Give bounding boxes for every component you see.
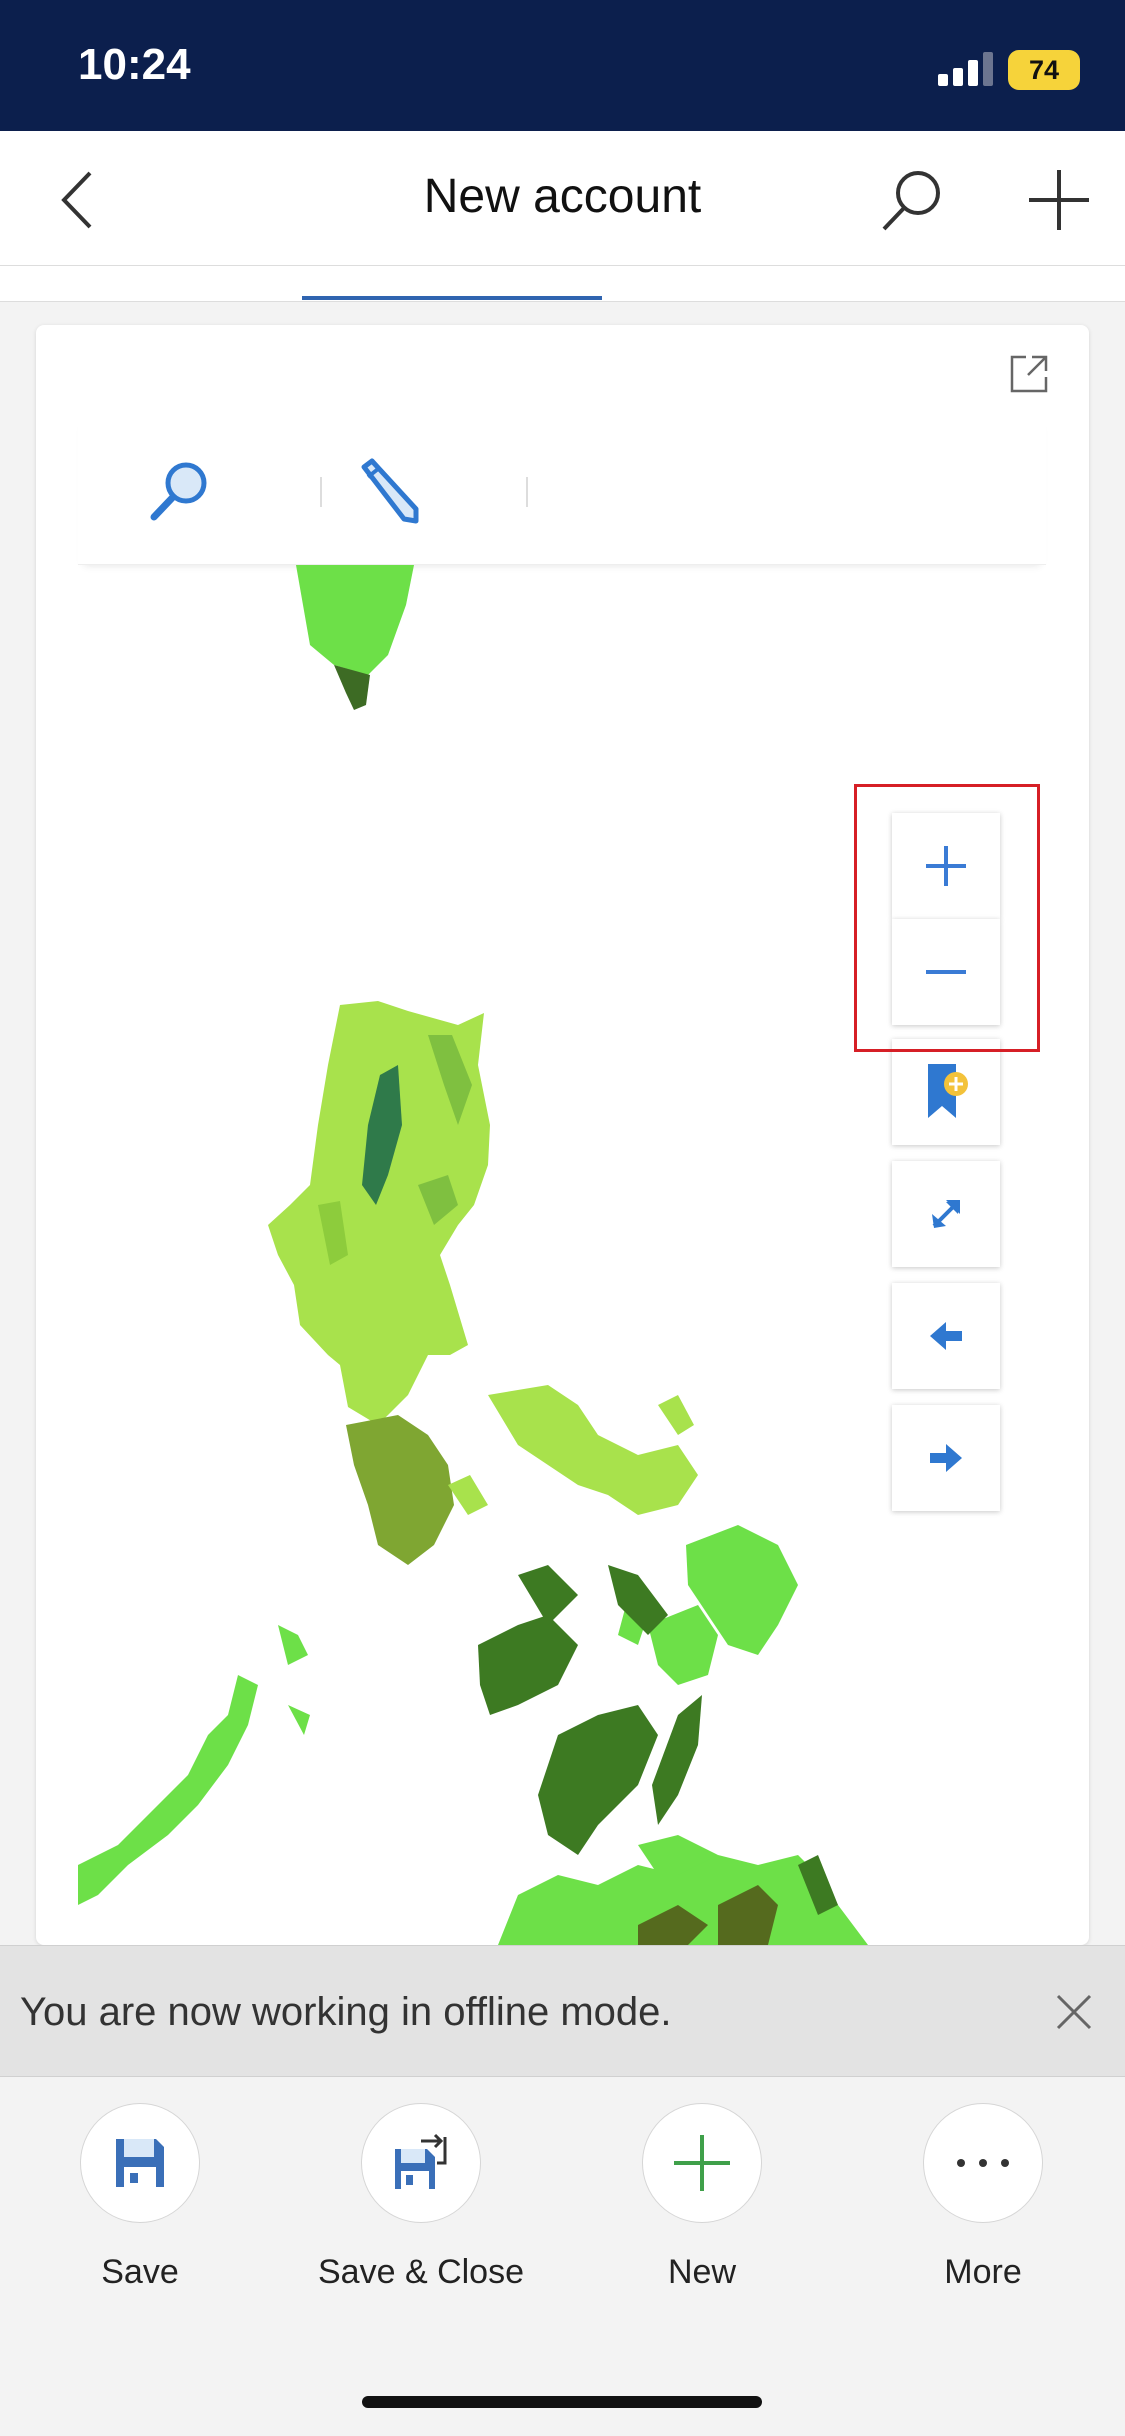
map-card	[36, 325, 1089, 1945]
add-bookmark-button[interactable]	[892, 1039, 1000, 1145]
new-button[interactable]: New	[592, 2103, 812, 2292]
page-title: New account	[423, 170, 702, 223]
plus-icon	[674, 2135, 730, 2191]
add-button[interactable]	[1026, 167, 1092, 233]
search-icon	[150, 462, 207, 521]
tab-strip	[0, 266, 1125, 302]
active-tab-indicator	[302, 296, 602, 300]
command-bar: Save Save & Close New More	[0, 2077, 1125, 2436]
offline-banner: You are now working in offline mode.	[0, 1945, 1125, 2077]
app-header: New account	[0, 131, 1125, 266]
zoom-controls-highlight	[854, 784, 1040, 1052]
search-icon	[882, 171, 940, 231]
expand-icon	[1010, 355, 1048, 393]
map-toolbar	[78, 415, 1046, 565]
battery-indicator: 74	[1008, 50, 1080, 90]
diagonal-arrows-icon	[932, 1200, 960, 1228]
plus-icon	[1029, 170, 1089, 230]
fullscreen-button[interactable]	[892, 1161, 1000, 1267]
ellipsis-icon	[957, 2159, 1009, 2167]
search-button[interactable]	[878, 165, 948, 235]
more-circle[interactable]	[923, 2103, 1043, 2223]
close-icon	[1056, 1994, 1092, 2030]
save-button[interactable]: Save	[30, 2103, 250, 2292]
signal-icon	[938, 52, 994, 86]
arrow-left-icon	[930, 1322, 962, 1350]
save-circle[interactable]	[80, 2103, 200, 2223]
more-button[interactable]: More	[873, 2103, 1093, 2292]
bookmark-add-icon	[928, 1064, 968, 1118]
status-time: 10:24	[78, 40, 191, 89]
save-close-label: Save & Close	[318, 2253, 524, 2291]
toolbar-separator	[320, 477, 322, 507]
offline-message: You are now working in offline mode.	[20, 1990, 672, 2034]
map-edit-button[interactable]	[350, 455, 424, 529]
map-search-button[interactable]	[142, 455, 216, 529]
floppy-disk-icon	[116, 2139, 164, 2187]
arrow-right-icon	[930, 1444, 962, 1472]
toolbar-separator	[526, 477, 528, 507]
save-label: Save	[101, 2253, 179, 2291]
pencil-icon	[361, 458, 419, 524]
save-close-circle[interactable]	[361, 2103, 481, 2223]
expand-button[interactable]	[1006, 351, 1052, 397]
floppy-disk-arrow-icon	[395, 2133, 447, 2189]
dismiss-banner-button[interactable]	[1052, 1990, 1096, 2034]
previous-view-button[interactable]	[892, 1283, 1000, 1389]
status-bar: 10:24 74	[0, 0, 1125, 131]
more-label: More	[944, 2253, 1022, 2291]
save-close-button[interactable]: Save & Close	[311, 2103, 531, 2292]
new-circle[interactable]	[642, 2103, 762, 2223]
next-view-button[interactable]	[892, 1405, 1000, 1511]
new-label: New	[667, 2253, 737, 2291]
home-indicator	[362, 2396, 762, 2408]
